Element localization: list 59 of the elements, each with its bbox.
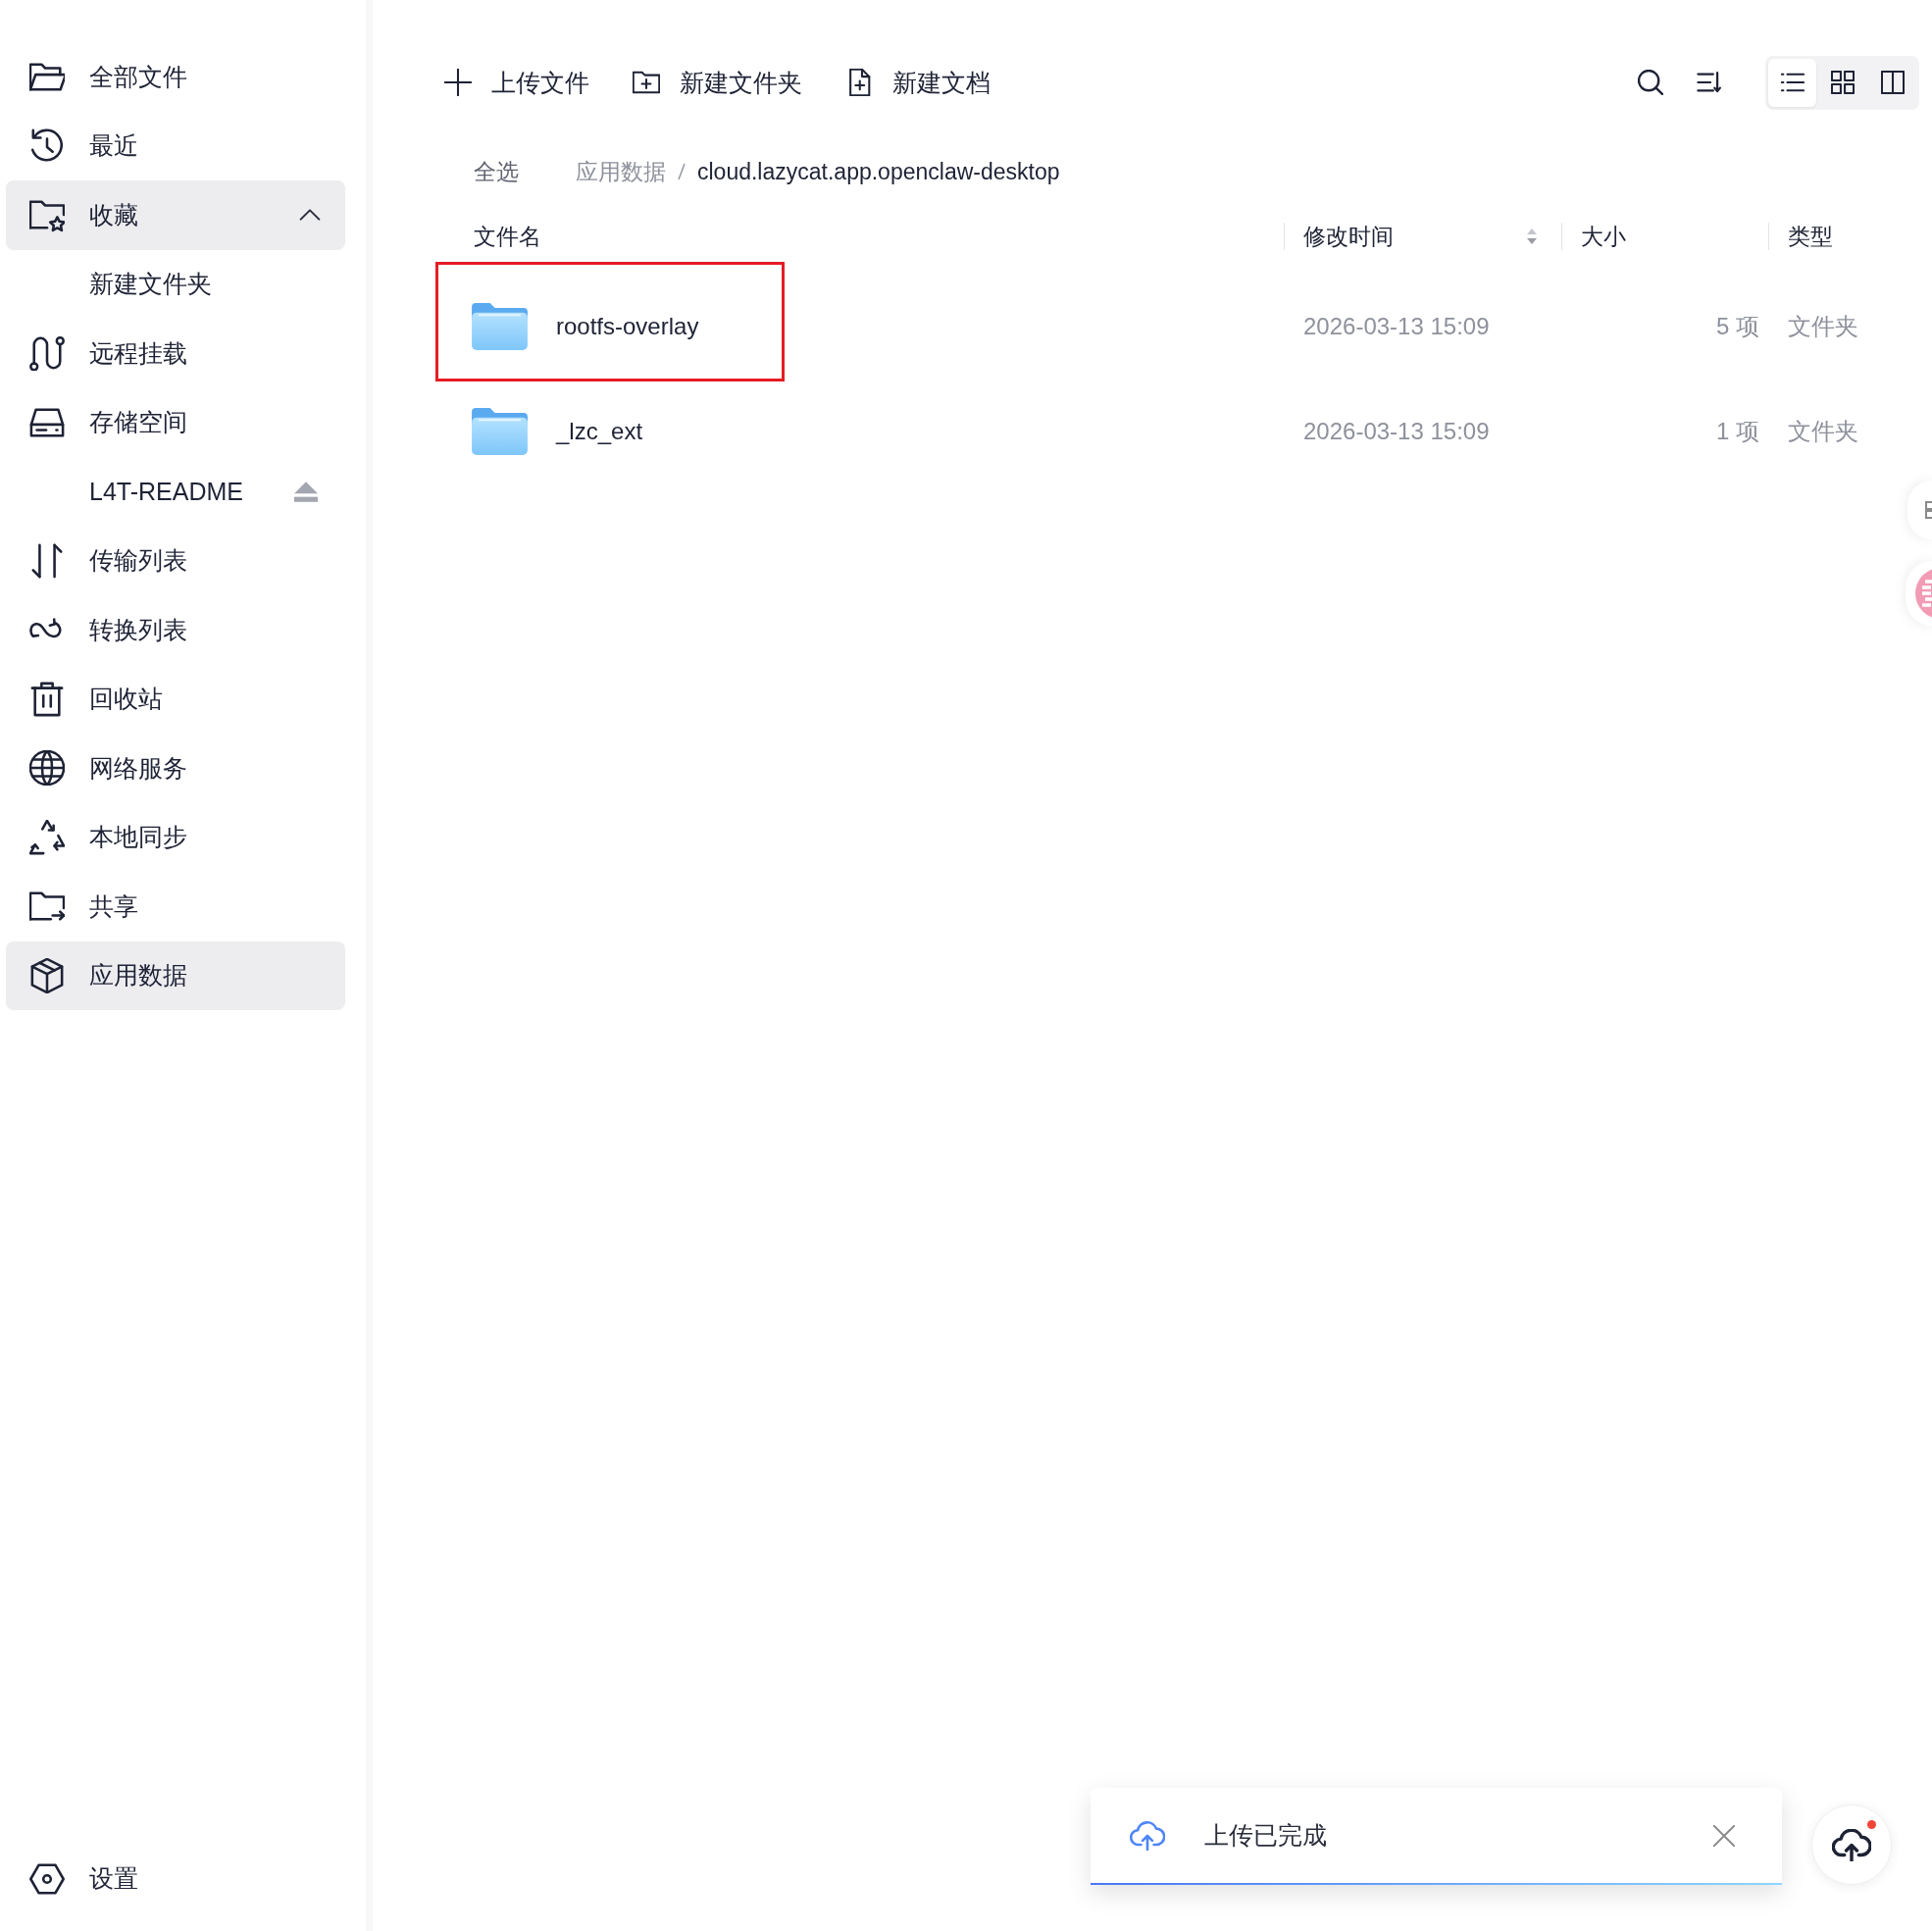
folder-plus-icon	[633, 69, 660, 96]
breadcrumb-separator-icon	[678, 163, 686, 180]
modified-time: 2026-03-13 15:09	[1303, 312, 1490, 340]
column-header[interactable]: 类型	[1788, 221, 1833, 252]
toolbar-button[interactable]: 新建文件夹	[633, 61, 802, 104]
sidebar-item[interactable]: 本地同步	[6, 802, 345, 872]
toolbar-button[interactable]: 上传文件	[444, 61, 589, 104]
file-type: 文件夹	[1788, 416, 1858, 446]
select-all-link[interactable]: 全选	[474, 156, 519, 187]
sidebar-item[interactable]: 收藏	[6, 180, 345, 250]
plus-icon	[444, 69, 472, 96]
sidebar-item[interactable]: 转换列表	[6, 595, 345, 665]
breadcrumb-item[interactable]: cloud.lazycat.app.openclaw-desktop	[697, 158, 1060, 185]
sidebar-item[interactable]: 最近	[6, 111, 345, 180]
folder-icon	[472, 302, 528, 350]
view-button[interactable]	[1768, 58, 1816, 107]
grid-icon	[1925, 501, 1932, 519]
sidebar-item[interactable]: 共享	[6, 872, 345, 941]
item-count: 1 项	[1716, 416, 1759, 446]
file-name[interactable]: _lzc_ext	[556, 417, 643, 445]
cloud-upload-icon	[1832, 1828, 1871, 1861]
sidebar-item[interactable]: 传输列表	[6, 526, 345, 595]
columns-icon	[1880, 71, 1905, 94]
sort-arrows-icon[interactable]	[1526, 228, 1538, 245]
modified-time: 2026-03-13 15:09	[1303, 417, 1490, 445]
close-icon[interactable]	[1713, 1824, 1735, 1847]
column-header[interactable]: 修改时间	[1303, 221, 1394, 252]
toolbar-button[interactable]: 新建文档	[845, 61, 991, 104]
recycle-icon	[29, 819, 65, 855]
trash-icon	[29, 681, 65, 717]
sidebar-item[interactable]: 远程挂载	[6, 319, 345, 388]
item-count: 5 项	[1716, 311, 1759, 341]
globe-icon	[29, 750, 65, 787]
column-header[interactable]: 大小	[1581, 221, 1626, 252]
transfer-arrows-icon	[29, 542, 65, 579]
history-icon	[29, 127, 65, 164]
cube-icon	[29, 957, 65, 993]
chevron-icon[interactable]	[299, 209, 321, 222]
toast-message: 上传已完成	[1204, 1820, 1327, 1851]
cloud-upload-icon	[1130, 1820, 1165, 1851]
file-name[interactable]: rootfs-overlay	[556, 312, 699, 340]
search-icon[interactable]	[1638, 70, 1663, 95]
sidebar-item[interactable]: 应用数据	[6, 940, 345, 1010]
route-icon	[29, 335, 65, 372]
file-type: 文件夹	[1788, 311, 1858, 341]
grid-icon	[1830, 71, 1855, 94]
list-icon	[1780, 71, 1805, 94]
folder-star-icon	[29, 197, 65, 233]
sidebar-item[interactable]: L4T-README	[6, 457, 345, 527]
sidebar-item[interactable]: 存储空间	[6, 387, 345, 457]
coin-icon	[1914, 568, 1932, 619]
sidebar-item[interactable]: 全部文件	[6, 42, 345, 112]
column-header[interactable]: 文件名	[474, 221, 541, 252]
sidebar-item[interactable]: 设置	[6, 1844, 345, 1913]
folder-icon	[472, 407, 528, 455]
sort-icon[interactable]	[1697, 70, 1722, 95]
sidebar-item[interactable]: 网络服务	[6, 734, 345, 803]
sidebar-item[interactable]: 新建文件夹	[6, 249, 345, 319]
sidebar-item[interactable]: 回收站	[6, 664, 345, 734]
